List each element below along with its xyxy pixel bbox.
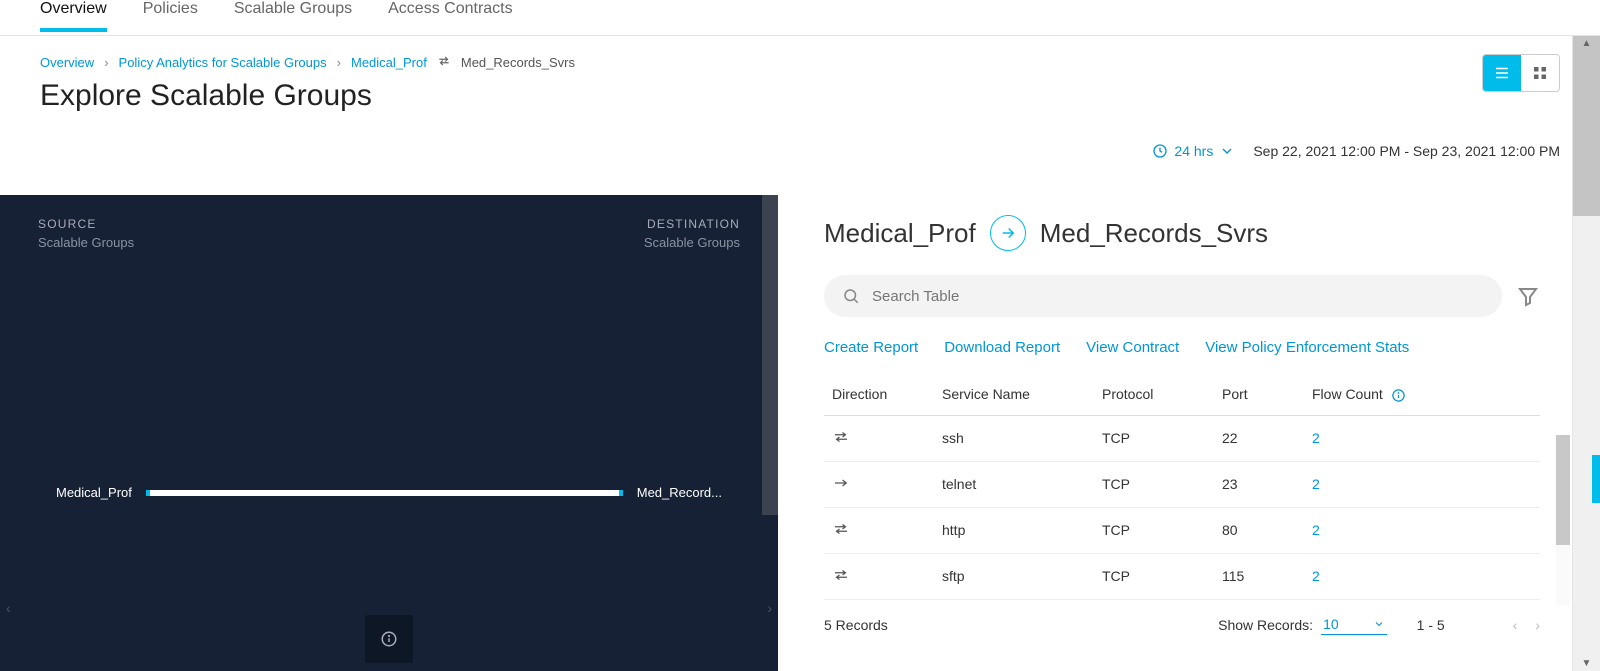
cell-port: 23	[1214, 461, 1304, 507]
col-service-name[interactable]: Service Name	[934, 374, 1094, 415]
chevron-down-icon	[1219, 143, 1235, 159]
pager-next-button[interactable]: ›	[1535, 617, 1540, 633]
show-records-label: Show Records:	[1218, 617, 1313, 633]
scroll-up-icon[interactable]: ▲	[1573, 38, 1600, 49]
col-flow-count[interactable]: Flow Count	[1304, 374, 1540, 415]
filter-button[interactable]	[1516, 284, 1540, 308]
flow-diagram: Medical_Prof Med_Record...	[0, 485, 778, 500]
view-list-button[interactable]	[1483, 55, 1521, 91]
accent-bar	[1592, 455, 1600, 503]
chevron-right-icon: ›	[337, 55, 341, 70]
search-input[interactable]	[872, 288, 1484, 305]
cell-protocol: TCP	[1094, 553, 1214, 599]
detail-from: Medical_Prof	[824, 218, 976, 249]
pager-range: 1 - 5	[1417, 617, 1445, 633]
cell-port: 22	[1214, 415, 1304, 461]
cell-service: ssh	[934, 415, 1094, 461]
tab-policies[interactable]: Policies	[143, 0, 198, 28]
view-policy-enforcement-link[interactable]: View Policy Enforcement Stats	[1205, 339, 1409, 356]
viz-info-button[interactable]	[365, 615, 413, 663]
detail-to: Med_Records_Svrs	[1040, 218, 1268, 249]
direction-icon	[824, 507, 934, 553]
top-tabs: Overview Policies Scalable Groups Access…	[0, 0, 1600, 36]
arrow-right-icon	[990, 215, 1026, 251]
time-range-selector[interactable]: 24 hrs	[1152, 143, 1235, 159]
flow-bar[interactable]	[146, 490, 623, 496]
viz-scrollbar[interactable]	[762, 195, 778, 515]
viz-prev-button[interactable]: ‹	[6, 600, 11, 616]
cell-port: 80	[1214, 507, 1304, 553]
tab-overview[interactable]: Overview	[40, 0, 107, 32]
chevron-down-icon	[1373, 618, 1385, 630]
breadcrumb-overview[interactable]: Overview	[40, 55, 94, 70]
source-subheader: Scalable Groups	[38, 235, 134, 250]
scroll-down-icon[interactable]: ▼	[1573, 658, 1600, 669]
action-links: Create Report Download Report View Contr…	[824, 339, 1540, 356]
cell-flow-count[interactable]: 2	[1304, 415, 1540, 461]
breadcrumb-current: Med_Records_Svrs	[461, 55, 575, 70]
page-scrollbar[interactable]: ▲ ▼	[1572, 36, 1600, 671]
breadcrumb-policy-analytics[interactable]: Policy Analytics for Scalable Groups	[119, 55, 327, 70]
col-port[interactable]: Port	[1214, 374, 1304, 415]
cell-service: telnet	[934, 461, 1094, 507]
table-scrollbar[interactable]	[1556, 435, 1570, 605]
records-count: 5 Records	[824, 617, 888, 633]
tab-access-contracts[interactable]: Access Contracts	[388, 0, 512, 28]
chevron-right-icon: ›	[104, 55, 108, 70]
create-report-link[interactable]: Create Report	[824, 339, 918, 356]
detail-panel: Medical_Prof Med_Records_Svrs Create Rep…	[778, 195, 1570, 671]
cell-protocol: TCP	[1094, 507, 1214, 553]
show-records-select[interactable]: 10	[1321, 616, 1387, 635]
cell-port: 115	[1214, 553, 1304, 599]
table-row: sftpTCP1152	[824, 553, 1540, 599]
flow-table: Direction Service Name Protocol Port Flo…	[824, 374, 1540, 600]
flow-visualization-panel: SOURCE Scalable Groups DESTINATION Scala…	[0, 195, 778, 671]
cell-protocol: TCP	[1094, 461, 1214, 507]
pager-prev-button[interactable]: ‹	[1513, 617, 1518, 633]
col-direction[interactable]: Direction	[824, 374, 934, 415]
download-report-link[interactable]: Download Report	[944, 339, 1060, 356]
view-contract-link[interactable]: View Contract	[1086, 339, 1179, 356]
time-range-display: Sep 22, 2021 12:00 PM - Sep 23, 2021 12:…	[1253, 143, 1560, 159]
cell-service: sftp	[934, 553, 1094, 599]
search-icon	[842, 287, 860, 305]
breadcrumb: Overview › Policy Analytics for Scalable…	[40, 54, 1560, 71]
view-grid-button[interactable]	[1521, 55, 1559, 91]
cell-flow-count[interactable]: 2	[1304, 461, 1540, 507]
col-protocol[interactable]: Protocol	[1094, 374, 1214, 415]
cell-flow-count[interactable]: 2	[1304, 553, 1540, 599]
search-box[interactable]	[824, 275, 1502, 317]
table-row: sshTCP222	[824, 415, 1540, 461]
time-range-label: 24 hrs	[1174, 143, 1213, 159]
source-node[interactable]: Medical_Prof	[56, 485, 132, 500]
viz-next-button[interactable]: ›	[767, 600, 772, 616]
direction-icon	[824, 553, 934, 599]
direction-icon	[824, 415, 934, 461]
destination-header: DESTINATION	[644, 217, 740, 231]
cell-protocol: TCP	[1094, 415, 1214, 461]
destination-subheader: Scalable Groups	[644, 235, 740, 250]
table-row: telnetTCP232	[824, 461, 1540, 507]
breadcrumb-medical-prof[interactable]: Medical_Prof	[351, 55, 427, 70]
tab-scalable-groups[interactable]: Scalable Groups	[234, 0, 352, 28]
cell-service: http	[934, 507, 1094, 553]
view-toggle	[1482, 54, 1560, 92]
destination-node[interactable]: Med_Record...	[637, 485, 722, 500]
info-icon[interactable]	[1391, 388, 1406, 403]
direction-icon	[824, 461, 934, 507]
swap-icon	[437, 54, 451, 71]
cell-flow-count[interactable]: 2	[1304, 507, 1540, 553]
page-title: Explore Scalable Groups	[40, 79, 1560, 113]
table-row: httpTCP802	[824, 507, 1540, 553]
source-header: SOURCE	[38, 217, 134, 231]
detail-header: Medical_Prof Med_Records_Svrs	[824, 215, 1540, 251]
